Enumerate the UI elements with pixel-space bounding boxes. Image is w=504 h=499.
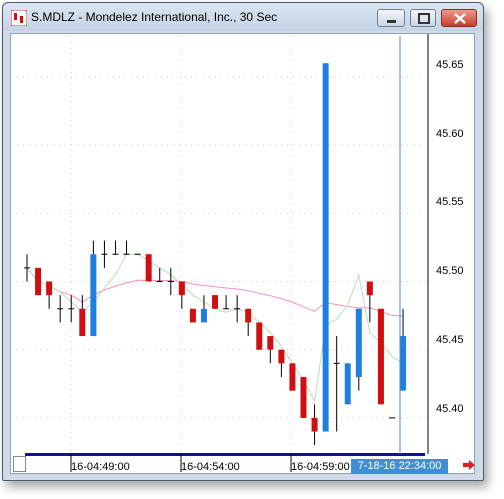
candle-body xyxy=(355,308,362,377)
title-bar[interactable]: S.MDLZ - Mondelez International, Inc., 3… xyxy=(3,3,483,31)
candle-body xyxy=(300,376,307,418)
price-tick-label: 45.55 xyxy=(436,196,464,208)
window-title: S.MDLZ - Mondelez International, Inc., 3… xyxy=(31,10,278,24)
chart-window: S.MDLZ - Mondelez International, Inc., 3… xyxy=(2,2,484,481)
minimize-button[interactable] xyxy=(377,9,405,27)
close-icon xyxy=(454,13,466,24)
maximize-button[interactable] xyxy=(410,9,436,27)
time-axis-label: 16-04:59:00 xyxy=(291,461,350,473)
price-tick-label: 45.65 xyxy=(436,59,464,71)
candle-body xyxy=(366,281,373,296)
candle-body xyxy=(189,308,196,323)
cursor-time-label: 7-18-16 22:34:00 xyxy=(351,459,448,474)
price-tick-label: 45.60 xyxy=(436,128,464,140)
candle-body xyxy=(178,281,185,296)
candle-body xyxy=(344,363,351,405)
candle-body xyxy=(90,254,97,337)
price-tick-label: 45.50 xyxy=(436,265,464,277)
scroll-handle[interactable] xyxy=(13,456,26,472)
candle-body xyxy=(46,281,53,296)
price-chart[interactable] xyxy=(11,34,474,473)
chart-client-area[interactable]: 45.65 45.60 45.55 45.50 45.45 45.40 16-0… xyxy=(10,33,475,474)
candle-body xyxy=(212,295,219,309)
candle-body xyxy=(278,349,285,364)
candle-body xyxy=(400,336,407,391)
time-axis-label: 16-04:54:00 xyxy=(181,461,240,473)
chart-app-icon xyxy=(11,10,27,26)
candle-body xyxy=(200,308,207,323)
time-axis-bar xyxy=(25,453,425,456)
candle-body xyxy=(311,417,318,432)
candle-body xyxy=(256,322,263,350)
time-axis-label: 16-04:49:00 xyxy=(71,461,130,473)
candle-body xyxy=(35,267,42,296)
candle-body xyxy=(289,363,296,391)
candle-body xyxy=(377,308,384,405)
candle-body xyxy=(267,336,274,350)
price-tick-label: 45.40 xyxy=(436,403,464,415)
close-button[interactable] xyxy=(441,9,477,27)
price-tick-label: 45.45 xyxy=(436,334,464,346)
candle-body xyxy=(245,308,252,323)
candle-body xyxy=(322,63,329,432)
candle-body xyxy=(79,308,86,337)
maximize-icon xyxy=(418,13,430,24)
minimize-icon xyxy=(387,20,396,23)
scroll-right-arrow-icon[interactable] xyxy=(463,460,475,470)
candle-body xyxy=(145,254,152,282)
